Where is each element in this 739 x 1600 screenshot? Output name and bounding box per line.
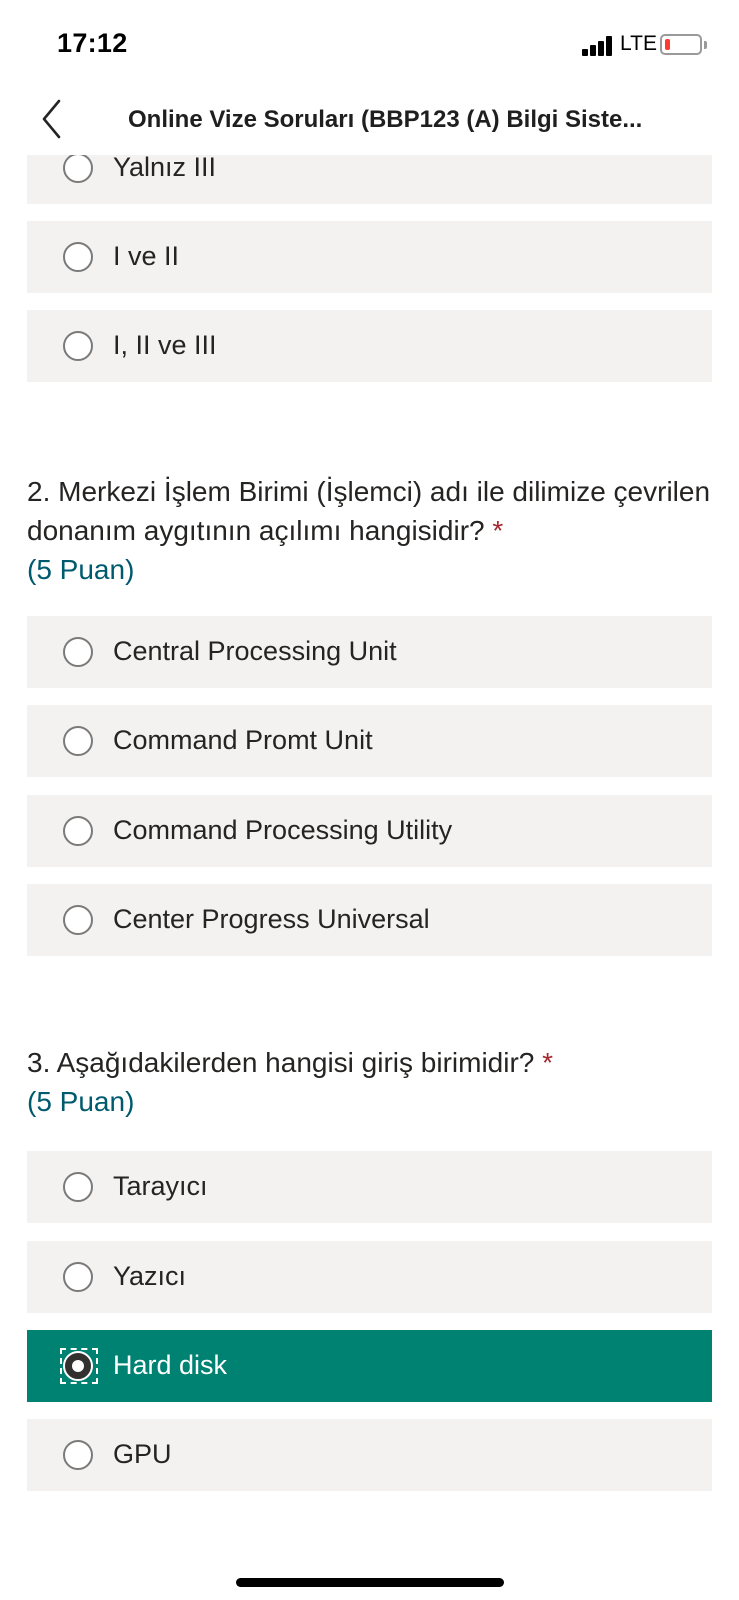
q3-option-3-selected[interactable]: Hard disk xyxy=(27,1330,712,1402)
option-label: Yazıcı xyxy=(113,1261,187,1291)
q3-option-1[interactable]: Tarayıcı xyxy=(27,1151,712,1223)
radio-button[interactable] xyxy=(63,153,93,183)
radio-button[interactable] xyxy=(63,1262,93,1292)
cellular-signal-icon xyxy=(582,36,614,56)
q2-option-3[interactable]: Command Processing Utility xyxy=(27,795,712,867)
option-label: Yalnız III xyxy=(113,152,217,182)
required-mark: * xyxy=(542,1047,554,1078)
radio-button[interactable] xyxy=(63,242,93,272)
question-points: (5 Puan) xyxy=(27,1086,135,1117)
question-3: 3. Aşağıdakilerden hangisi giriş birimid… xyxy=(27,1043,717,1121)
q2-option-4[interactable]: Center Progress Universal xyxy=(27,884,712,956)
option-label: Command Processing Utility xyxy=(113,815,453,845)
battery-icon xyxy=(660,34,702,55)
status-time: 17:12 xyxy=(57,28,128,58)
q2-option-2[interactable]: Command Promt Unit xyxy=(27,705,712,777)
q1-option-3[interactable]: I, II ve III xyxy=(27,310,712,382)
radio-button[interactable] xyxy=(63,331,93,361)
option-label: GPU xyxy=(113,1439,172,1469)
q3-option-2[interactable]: Yazıcı xyxy=(27,1241,712,1313)
page-title: Online Vize Soruları (BBP123 (A) Bilgi S… xyxy=(128,106,643,133)
radio-button[interactable] xyxy=(63,637,93,667)
home-indicator[interactable] xyxy=(236,1578,504,1587)
app-header: Online Vize Soruları (BBP123 (A) Bilgi S… xyxy=(0,90,739,155)
required-mark: * xyxy=(492,515,504,546)
q1-option-2[interactable]: I ve II xyxy=(27,221,712,293)
q3-option-4[interactable]: GPU xyxy=(27,1419,712,1491)
radio-button[interactable] xyxy=(63,816,93,846)
battery-level xyxy=(665,39,670,50)
option-label: I, II ve III xyxy=(113,330,217,360)
q2-option-1[interactable]: Central Processing Unit xyxy=(27,616,712,688)
radio-button[interactable] xyxy=(63,726,93,756)
option-label: Command Promt Unit xyxy=(113,725,373,755)
network-type: LTE xyxy=(620,32,657,55)
question-number: 2. xyxy=(27,476,51,507)
option-label: Center Progress Universal xyxy=(113,904,430,934)
question-2: 2. Merkezi İşlem Birimi (İşlemci) adı il… xyxy=(27,472,717,589)
question-number: 3. xyxy=(27,1047,51,1078)
question-text: Merkezi İşlem Birimi (İşlemci) adı ile d… xyxy=(27,476,711,546)
option-label: Central Processing Unit xyxy=(113,636,397,666)
status-bar: 17:12 LTE xyxy=(0,0,739,90)
radio-button[interactable] xyxy=(63,905,93,935)
back-button[interactable] xyxy=(30,94,80,144)
battery-nub xyxy=(704,41,707,49)
radio-button[interactable] xyxy=(63,1440,93,1470)
question-text: Aşağıdakilerden hangisi giriş birimidir? xyxy=(56,1047,535,1078)
chevron-left-icon xyxy=(42,99,61,139)
option-label: Hard disk xyxy=(113,1350,228,1380)
radio-button[interactable] xyxy=(63,1172,93,1202)
option-label: I ve II xyxy=(113,241,180,271)
radio-button-checked[interactable] xyxy=(63,1351,93,1381)
question-points: (5 Puan) xyxy=(27,554,135,585)
option-label: Tarayıcı xyxy=(113,1171,208,1201)
